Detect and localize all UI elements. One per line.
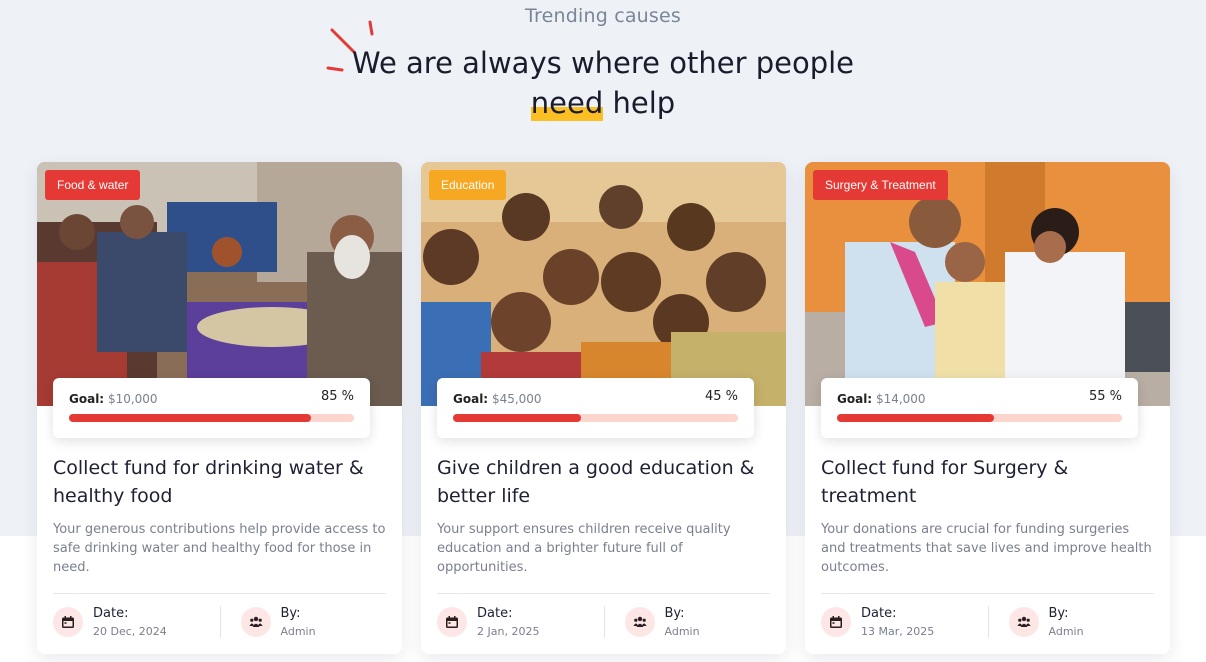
cause-card-surgery[interactable]: Surgery & Treatment Goal: $14,000 55 % C… — [805, 162, 1170, 654]
by-label: By: — [664, 606, 685, 621]
by-value: Admin — [280, 625, 316, 638]
users-icon — [240, 607, 271, 637]
progress-bar — [453, 414, 738, 422]
cause-meta: Date: 2 Jan, 2025 By: Admin — [437, 594, 770, 638]
by-value: Admin — [664, 625, 700, 638]
date-value: 20 Dec, 2024 — [93, 625, 167, 638]
cause-title[interactable]: Collect fund for drinking water & health… — [53, 454, 386, 510]
section-heading: We are always where other people need he… — [0, 43, 1206, 123]
progress-percent: 45 % — [704, 389, 738, 404]
cause-title[interactable]: Collect fund for Surgery & treatment — [821, 454, 1154, 510]
author-info: By: Admin — [219, 606, 387, 638]
progress-percent: 55 % — [1088, 389, 1122, 404]
goal-progress-box: Goal: $10,000 85 % — [53, 378, 370, 438]
section-eyebrow: Trending causes — [524, 5, 682, 27]
heading-line-1: We are always where other people — [351, 46, 855, 80]
author-info: By: Admin — [603, 606, 771, 638]
goal-progress-box: Goal: $45,000 45 % — [437, 378, 754, 438]
users-icon — [1008, 607, 1039, 637]
category-badge[interactable]: Food & water — [45, 170, 141, 200]
goal-text: Goal: $10,000 — [69, 392, 158, 406]
by-label: By: — [280, 606, 301, 621]
date-info: Date: 13 Mar, 2025 — [821, 606, 988, 638]
cause-meta: Date: 13 Mar, 2025 By: Admin — [821, 594, 1154, 638]
heading-rest: help — [612, 86, 676, 120]
progress-bar — [837, 414, 1122, 422]
cause-image-surgery: Surgery & Treatment — [805, 162, 1170, 406]
cause-description: Your donations are crucial for funding s… — [821, 522, 1152, 575]
date-label: Date: — [861, 606, 897, 621]
users-icon — [624, 607, 655, 637]
heading-highlight: need — [530, 83, 604, 123]
cause-description: Your generous contributions help provide… — [53, 522, 386, 575]
date-value: 13 Mar, 2025 — [861, 625, 935, 638]
cause-description: Your support ensures children receive qu… — [437, 522, 731, 575]
cause-card-education[interactable]: Education Goal: $45,000 45 % Give childr… — [421, 162, 786, 654]
date-info: Date: 20 Dec, 2024 — [53, 606, 220, 638]
goal-text: Goal: $14,000 — [837, 392, 926, 406]
date-label: Date: — [93, 606, 129, 621]
cause-image-education: Education — [421, 162, 786, 406]
by-label: By: — [1048, 606, 1069, 621]
calendar-icon — [821, 607, 851, 637]
progress-bar — [69, 414, 354, 422]
calendar-icon — [437, 607, 467, 637]
author-info: By: Admin — [987, 606, 1155, 638]
goal-progress-box: Goal: $14,000 55 % — [821, 378, 1138, 438]
cause-card-food-water[interactable]: Food & water Goal: $10,000 85 % Collect … — [37, 162, 402, 654]
by-value: Admin — [1048, 625, 1084, 638]
cause-meta: Date: 20 Dec, 2024 By: Admin — [53, 594, 386, 638]
date-label: Date: — [477, 606, 513, 621]
date-info: Date: 2 Jan, 2025 — [437, 606, 604, 638]
calendar-icon — [53, 607, 83, 637]
progress-percent: 85 % — [320, 389, 354, 404]
cause-image-food: Food & water — [37, 162, 402, 406]
category-badge[interactable]: Surgery & Treatment — [813, 170, 948, 200]
category-badge[interactable]: Education — [429, 170, 507, 200]
date-value: 2 Jan, 2025 — [477, 625, 540, 638]
cause-title[interactable]: Give children a good education & better … — [437, 454, 770, 510]
goal-text: Goal: $45,000 — [453, 392, 542, 406]
